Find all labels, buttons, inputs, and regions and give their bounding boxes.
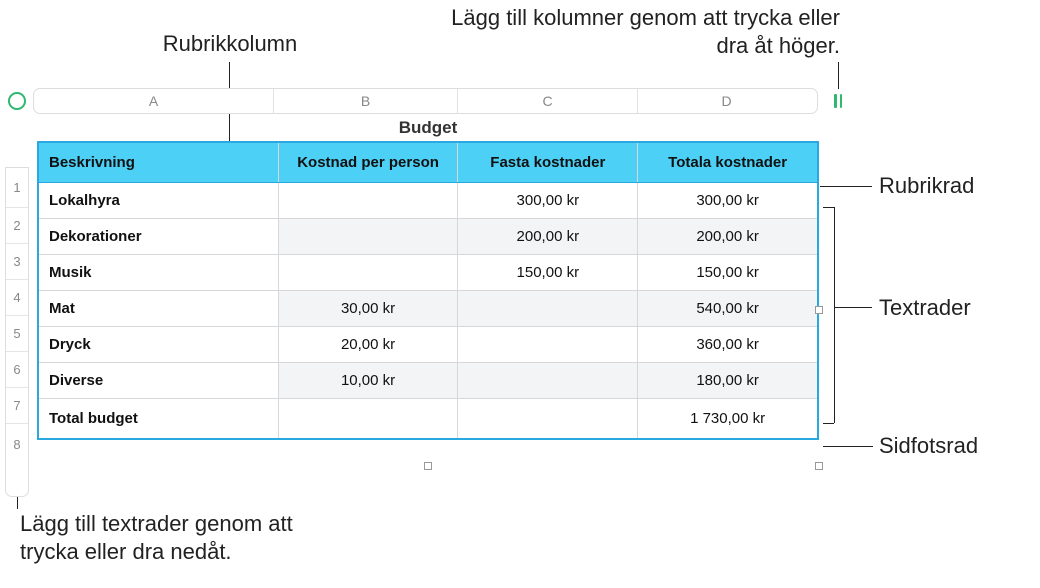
- cell-value[interactable]: 540,00 kr: [638, 291, 818, 327]
- footer-total[interactable]: 1 730,00 kr: [638, 399, 818, 439]
- cell-value[interactable]: 150,00 kr: [458, 255, 638, 291]
- row-ruler[interactable]: 1 2 3 4 5 6 7 8: [5, 167, 29, 497]
- callout-bracket-v: [834, 207, 835, 423]
- column-ruler[interactable]: A B C D: [33, 88, 818, 114]
- table-row[interactable]: Mat 30,00 kr 540,00 kr: [39, 291, 818, 327]
- callout-sidfotsrad: Sidfotsrad: [879, 432, 978, 460]
- header-cell[interactable]: Kostnad per person: [278, 143, 458, 183]
- footer-value[interactable]: [458, 399, 638, 439]
- budget-table[interactable]: Beskrivning Kostnad per person Fasta kos…: [38, 142, 818, 439]
- callout-textrader: Textrader: [879, 294, 971, 322]
- cell-value[interactable]: [278, 255, 458, 291]
- row-number[interactable]: 1: [6, 168, 28, 208]
- add-column-handle[interactable]: [828, 91, 848, 111]
- cell-value[interactable]: [278, 183, 458, 219]
- cell-label[interactable]: Dekorationer: [39, 219, 279, 255]
- selection-handle[interactable]: [815, 306, 823, 314]
- table-row[interactable]: Lokalhyra 300,00 kr 300,00 kr: [39, 183, 818, 219]
- table-origin-handle[interactable]: [8, 92, 26, 110]
- table-row[interactable]: Dryck 20,00 kr 360,00 kr: [39, 327, 818, 363]
- row-number[interactable]: 8: [6, 424, 28, 464]
- callout-add-columns: Lägg till kolumner genom att trycka elle…: [450, 4, 840, 59]
- cell-value[interactable]: 150,00 kr: [638, 255, 818, 291]
- selection-handle[interactable]: [815, 462, 823, 470]
- column-letter[interactable]: A: [34, 89, 274, 113]
- column-letter[interactable]: B: [274, 89, 458, 113]
- callout-bracket-tick: [823, 423, 834, 424]
- row-number[interactable]: 6: [6, 352, 28, 388]
- footer-row[interactable]: Total budget 1 730,00 kr: [39, 399, 818, 439]
- cell-value[interactable]: 300,00 kr: [638, 183, 818, 219]
- cell-value[interactable]: 10,00 kr: [278, 363, 458, 399]
- callout-line: [823, 446, 873, 447]
- row-number[interactable]: 4: [6, 280, 28, 316]
- cell-value[interactable]: [278, 219, 458, 255]
- selection-handle[interactable]: [424, 462, 432, 470]
- budget-table-wrapper: Budget Beskrivning Kostnad per person Fa…: [38, 142, 818, 439]
- header-cell[interactable]: Totala kostnader: [638, 143, 818, 183]
- callout-rubrikrad: Rubrikrad: [879, 172, 974, 200]
- cell-value[interactable]: 200,00 kr: [458, 219, 638, 255]
- table-row[interactable]: Dekorationer 200,00 kr 200,00 kr: [39, 219, 818, 255]
- cell-label[interactable]: Diverse: [39, 363, 279, 399]
- callout-line: [820, 186, 872, 187]
- table-row[interactable]: Diverse 10,00 kr 180,00 kr: [39, 363, 818, 399]
- drag-bars-icon: [834, 94, 841, 108]
- row-number[interactable]: 2: [6, 208, 28, 244]
- footer-value[interactable]: [278, 399, 458, 439]
- header-cell[interactable]: Beskrivning: [39, 143, 279, 183]
- cell-label[interactable]: Musik: [39, 255, 279, 291]
- column-letter[interactable]: D: [638, 89, 815, 113]
- cell-label[interactable]: Mat: [39, 291, 279, 327]
- cell-label[interactable]: Dryck: [39, 327, 279, 363]
- cell-value[interactable]: 30,00 kr: [278, 291, 458, 327]
- callout-line: [838, 62, 839, 89]
- callout-add-rows: Lägg till textrader genom att trycka ell…: [20, 510, 350, 565]
- cell-value[interactable]: 300,00 kr: [458, 183, 638, 219]
- cell-value[interactable]: [458, 291, 638, 327]
- callout-rubrikkolumn: Rubrikkolumn: [150, 30, 310, 58]
- row-number[interactable]: 7: [6, 388, 28, 424]
- cell-value[interactable]: [458, 327, 638, 363]
- row-number[interactable]: 3: [6, 244, 28, 280]
- cell-value[interactable]: 360,00 kr: [638, 327, 818, 363]
- footer-label[interactable]: Total budget: [39, 399, 279, 439]
- callout-bracket-tick: [823, 207, 834, 208]
- cell-label[interactable]: Lokalhyra: [39, 183, 279, 219]
- row-number[interactable]: 5: [6, 316, 28, 352]
- table-row[interactable]: Musik 150,00 kr 150,00 kr: [39, 255, 818, 291]
- header-cell[interactable]: Fasta kostnader: [458, 143, 638, 183]
- callout-line: [834, 307, 872, 308]
- header-row[interactable]: Beskrivning Kostnad per person Fasta kos…: [39, 143, 818, 183]
- cell-value[interactable]: 180,00 kr: [638, 363, 818, 399]
- cell-value[interactable]: [458, 363, 638, 399]
- cell-value[interactable]: 20,00 kr: [278, 327, 458, 363]
- cell-value[interactable]: 200,00 kr: [638, 219, 818, 255]
- column-letter[interactable]: C: [458, 89, 638, 113]
- table-title[interactable]: Budget: [38, 118, 818, 138]
